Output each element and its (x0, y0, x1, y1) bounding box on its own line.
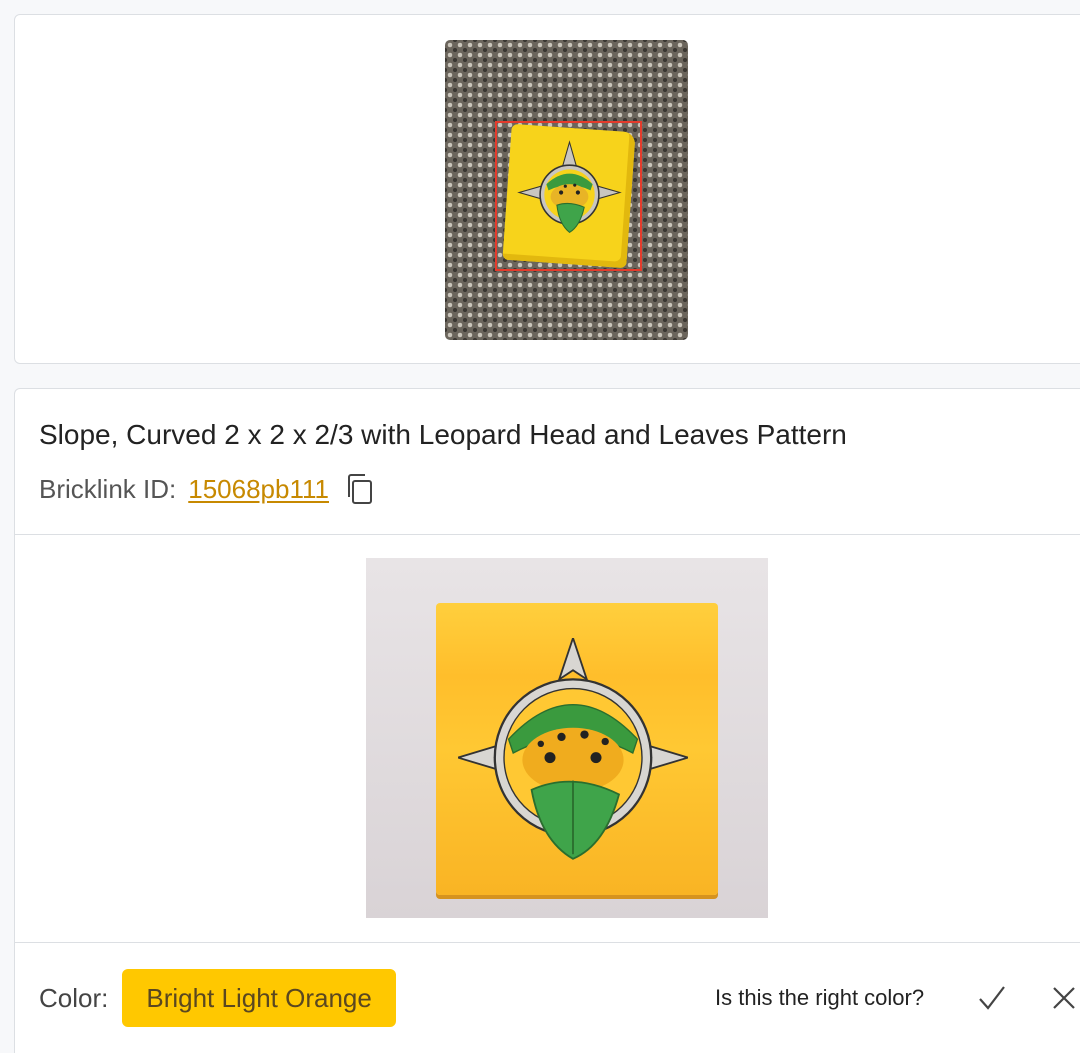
check-icon[interactable] (977, 983, 1007, 1013)
leopard-emblem-icon (458, 638, 688, 860)
color-chip[interactable]: Bright Light Orange (122, 969, 396, 1027)
bricklink-label: Bricklink ID: (39, 473, 177, 504)
divider (15, 534, 1080, 535)
reference-part-image (366, 558, 768, 918)
x-icon[interactable] (1049, 983, 1079, 1013)
color-question: Is this the right color? (715, 985, 925, 1010)
detection-box (495, 121, 642, 271)
bricklink-id-link[interactable]: 15068pb111 (188, 474, 329, 505)
copy-icon[interactable] (345, 473, 375, 505)
color-label: Color: (39, 982, 109, 1013)
photo-card (14, 14, 1080, 364)
bricklink-row: Bricklink ID: 15068pb111 (39, 473, 375, 505)
result-card: Slope, Curved 2 x 2 x 2/3 with Leopard H… (14, 388, 1080, 1053)
color-row: Color: Bright Light Orange (39, 969, 396, 1027)
uploaded-photo (445, 40, 688, 340)
divider (15, 942, 1080, 943)
part-title: Slope, Curved 2 x 2 x 2/3 with Leopard H… (39, 419, 847, 450)
